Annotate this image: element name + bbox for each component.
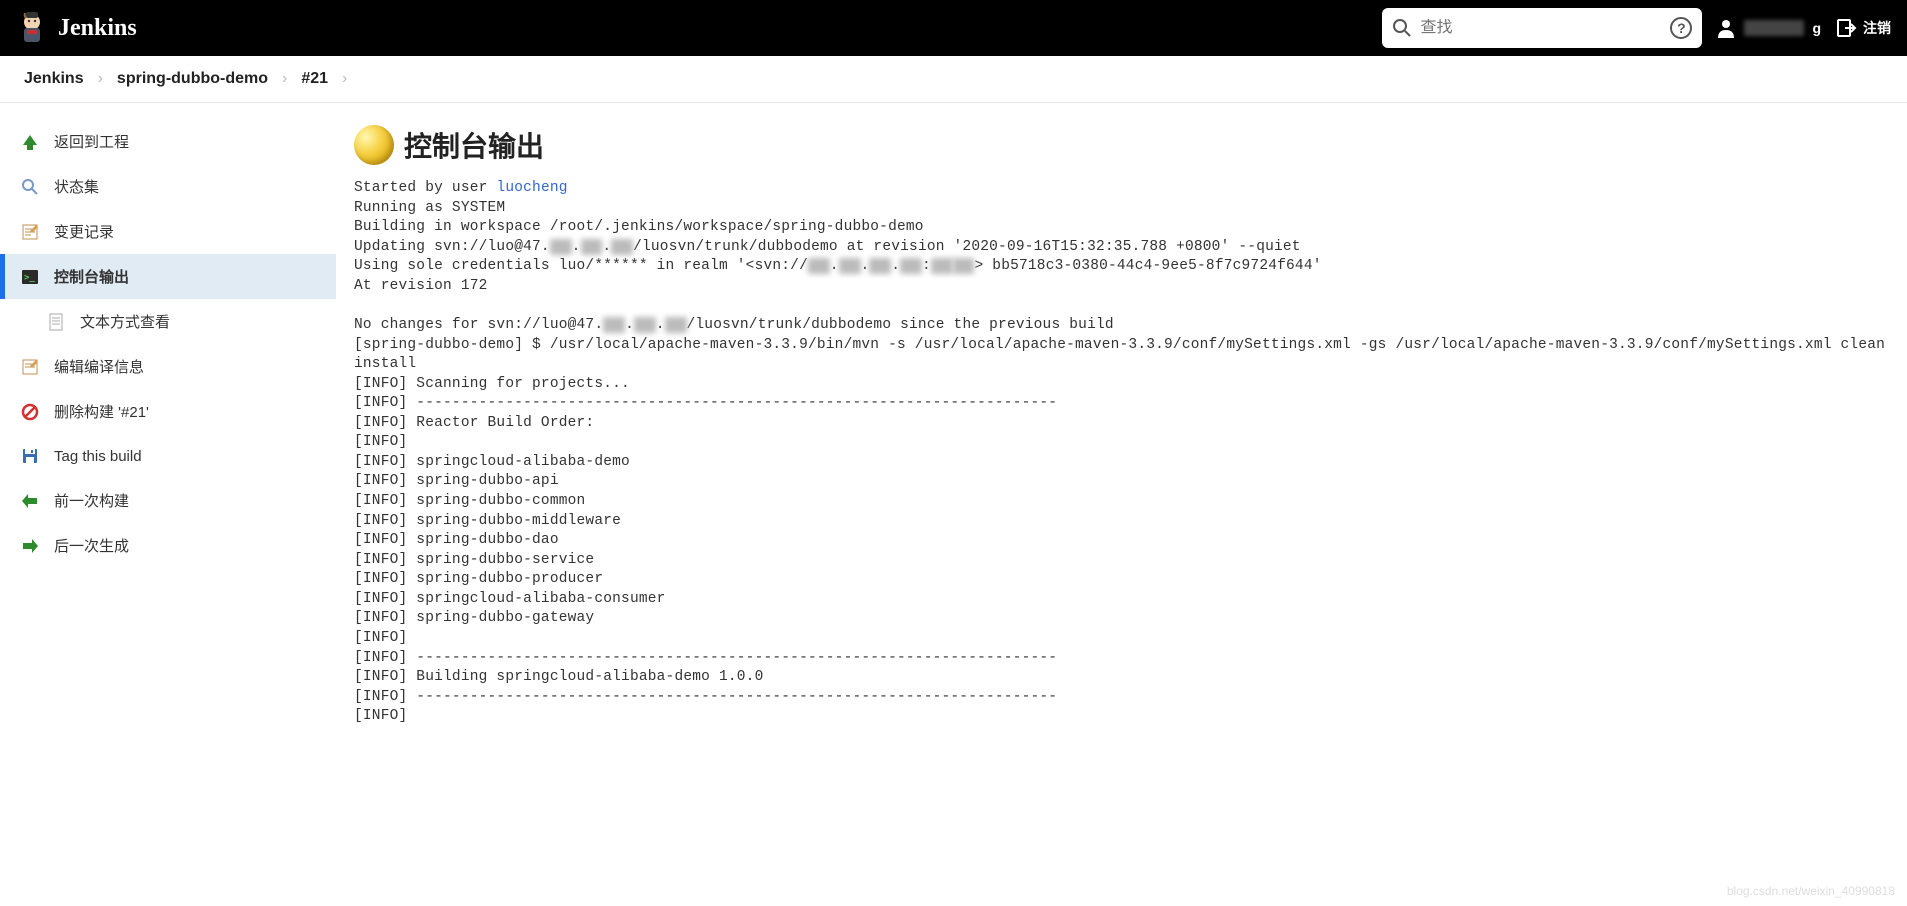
brand-text: Jenkins — [58, 15, 137, 42]
arrow-right-icon — [20, 536, 40, 556]
sidebar-item-previous-build[interactable]: 前一次构建 — [0, 478, 336, 523]
sidebar-item-delete-build[interactable]: 删除构建 '#21' — [0, 389, 336, 434]
svg-text:>_: >_ — [24, 273, 35, 283]
sidebar-item-next-build[interactable]: 后一次生成 — [0, 523, 336, 568]
breadcrumb: Jenkins › spring-dubbo-demo › #21 › — [0, 56, 1907, 103]
search-input[interactable] — [1420, 19, 1662, 37]
breadcrumb-sep: › — [98, 70, 103, 88]
breadcrumb-sep: › — [282, 70, 287, 88]
user-icon — [1716, 18, 1736, 38]
sidebar-item-label: 返回到工程 — [54, 131, 129, 152]
arrow-up-icon — [20, 132, 40, 152]
arrow-left-icon — [20, 491, 40, 511]
user-name-blurred — [1744, 20, 1804, 36]
console-output: Started by user luocheng Running as SYST… — [354, 179, 1889, 727]
sidebar-item-status[interactable]: 状态集 — [0, 164, 336, 209]
breadcrumb-sep: › — [342, 70, 347, 88]
help-icon[interactable]: ? — [1670, 17, 1692, 39]
user-menu[interactable]: g — [1716, 18, 1821, 38]
search-box[interactable]: ? — [1382, 8, 1702, 48]
save-icon — [20, 446, 40, 466]
main-content: 控制台输出 Started by user luocheng Running a… — [336, 103, 1907, 749]
sidebar-item-label: 编辑编译信息 — [54, 356, 144, 377]
breadcrumb-item-project[interactable]: spring-dubbo-demo — [117, 70, 268, 88]
sidebar-item-label: Tag this build — [54, 448, 142, 465]
magnify-icon — [20, 177, 40, 197]
jenkins-logo-icon — [16, 10, 48, 46]
sidebar-item-label: 文本方式查看 — [80, 311, 170, 332]
top-header: Jenkins ? g 注销 — [0, 0, 1907, 56]
sidebar: 返回到工程 状态集 变更记录 >_ 控制台输出 文本方式查看 编辑编译信息 删除… — [0, 103, 336, 749]
logout-label: 注销 — [1863, 18, 1891, 38]
started-by-user-link[interactable]: luocheng — [496, 180, 567, 196]
notepad-icon — [20, 357, 40, 377]
document-icon — [46, 312, 66, 332]
notepad-icon — [20, 222, 40, 242]
breadcrumb-item-build[interactable]: #21 — [301, 70, 328, 88]
sidebar-item-label: 状态集 — [54, 176, 99, 197]
page-title-wrap: 控制台输出 — [354, 125, 1889, 165]
breadcrumb-item-jenkins[interactable]: Jenkins — [24, 70, 84, 88]
sidebar-item-label: 控制台输出 — [54, 266, 129, 287]
page-title: 控制台输出 — [404, 125, 544, 165]
terminal-icon: >_ — [20, 267, 40, 287]
sidebar-item-label: 删除构建 '#21' — [54, 401, 149, 422]
status-orb-icon — [354, 125, 394, 165]
user-name-suffix: g — [1812, 20, 1821, 36]
sidebar-item-console-output[interactable]: >_ 控制台输出 — [0, 254, 336, 299]
jenkins-logo-link[interactable]: Jenkins — [16, 10, 137, 46]
sidebar-item-view-as-plain-text[interactable]: 文本方式查看 — [0, 299, 336, 344]
body-layout: 返回到工程 状态集 变更记录 >_ 控制台输出 文本方式查看 编辑编译信息 删除… — [0, 103, 1907, 749]
logout-icon — [1835, 17, 1857, 39]
sidebar-item-label: 前一次构建 — [54, 490, 129, 511]
sidebar-item-tag-build[interactable]: Tag this build — [0, 434, 336, 478]
logout-link[interactable]: 注销 — [1835, 17, 1891, 39]
sidebar-item-label: 后一次生成 — [54, 535, 129, 556]
sidebar-item-label: 变更记录 — [54, 221, 114, 242]
sidebar-item-back-to-project[interactable]: 返回到工程 — [0, 119, 336, 164]
sidebar-item-edit-build-info[interactable]: 编辑编译信息 — [0, 344, 336, 389]
forbidden-icon — [20, 402, 40, 422]
search-icon — [1392, 18, 1412, 38]
watermark-text: blog.csdn.net/weixin_40990818 — [1727, 884, 1895, 898]
sidebar-item-changes[interactable]: 变更记录 — [0, 209, 336, 254]
